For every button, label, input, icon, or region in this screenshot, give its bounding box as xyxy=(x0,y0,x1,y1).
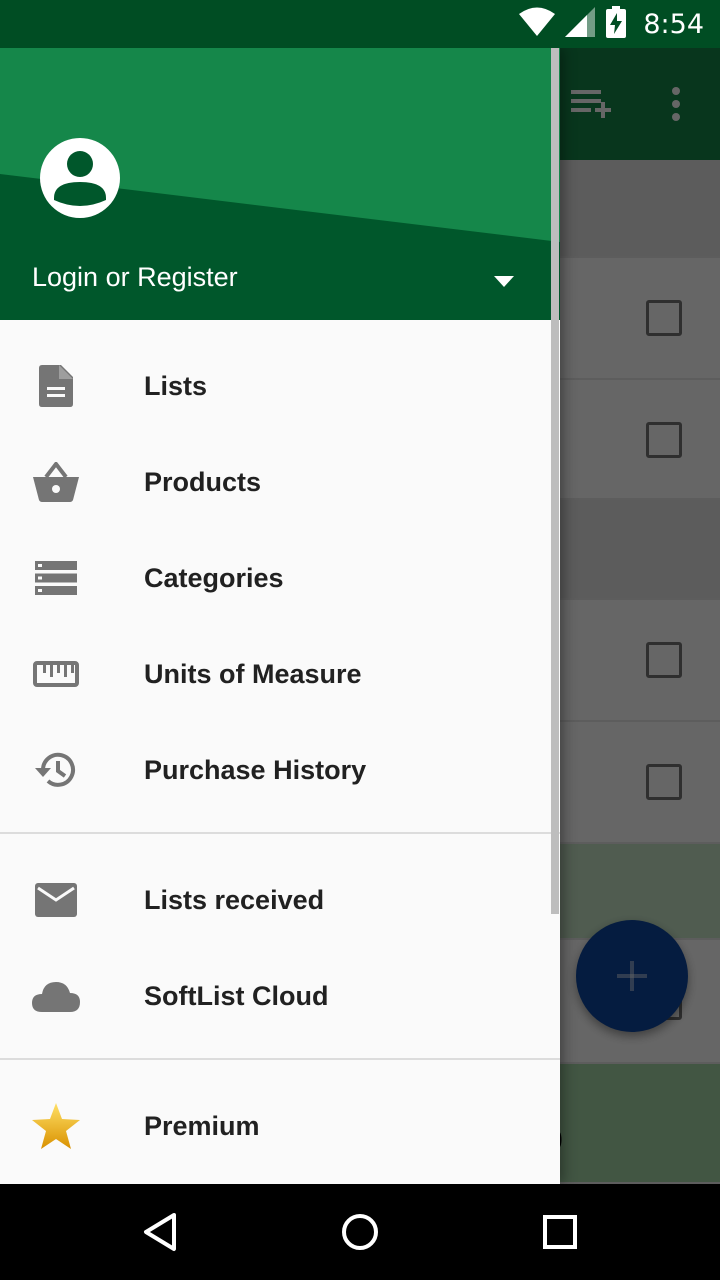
categories-icon xyxy=(28,550,84,606)
arrow-drop-down-icon[interactable] xyxy=(488,266,520,298)
recents-icon[interactable] xyxy=(536,1208,584,1256)
menu-item-units-of-measure[interactable]: Units of Measure xyxy=(0,626,560,722)
menu-item-label: Lists received xyxy=(144,884,325,915)
ruler-icon xyxy=(28,646,84,702)
menu-item-categories[interactable]: Categories xyxy=(0,530,560,626)
menu-item-label: Units of Measure xyxy=(144,658,362,689)
battery-charging-icon xyxy=(605,5,627,43)
menu-item-lists[interactable]: Lists xyxy=(0,338,560,434)
menu-item-label: Lists xyxy=(144,370,208,401)
menu-divider xyxy=(0,1058,560,1060)
menu-item-products[interactable]: Products xyxy=(0,434,560,530)
menu-item-label: Purchase History xyxy=(144,754,367,785)
mail-icon xyxy=(28,872,84,928)
account-circle-icon[interactable] xyxy=(40,138,120,218)
home-icon[interactable] xyxy=(336,1208,384,1256)
menu-item-label: Categories xyxy=(144,562,284,593)
back-icon[interactable] xyxy=(136,1208,184,1256)
document-icon xyxy=(28,358,84,414)
menu-item-lists-received[interactable]: Lists received xyxy=(0,852,560,948)
cell-signal-icon xyxy=(565,6,596,42)
menu-item-softlist-cloud[interactable]: SoftList Cloud xyxy=(0,948,560,1044)
menu-item-label: Products xyxy=(144,466,262,497)
menu-item-premium[interactable]: Premium xyxy=(0,1078,560,1174)
status-bar: 8:54 xyxy=(0,0,720,48)
drawer-scrollbar[interactable] xyxy=(551,48,559,914)
account-login-label[interactable]: Login or Register xyxy=(32,262,238,293)
star-icon xyxy=(28,1098,84,1154)
menu-item-purchase-history[interactable]: Purchase History xyxy=(0,722,560,818)
menu-divider xyxy=(0,832,560,834)
menu-item-label: Premium xyxy=(144,1110,260,1141)
menu-item-label: SoftList Cloud xyxy=(144,980,329,1011)
navigation-drawer: Login or Register Lists Products Categor… xyxy=(0,48,560,1184)
cloud-icon xyxy=(28,968,84,1024)
wifi-icon xyxy=(519,7,556,42)
system-nav-bar xyxy=(0,1184,720,1280)
drawer-header: Login or Register xyxy=(0,48,560,320)
status-time: 8:54 xyxy=(643,8,704,40)
screen: 8:54 0 xyxy=(0,0,720,1280)
history-icon xyxy=(28,742,84,798)
basket-icon xyxy=(28,454,84,510)
